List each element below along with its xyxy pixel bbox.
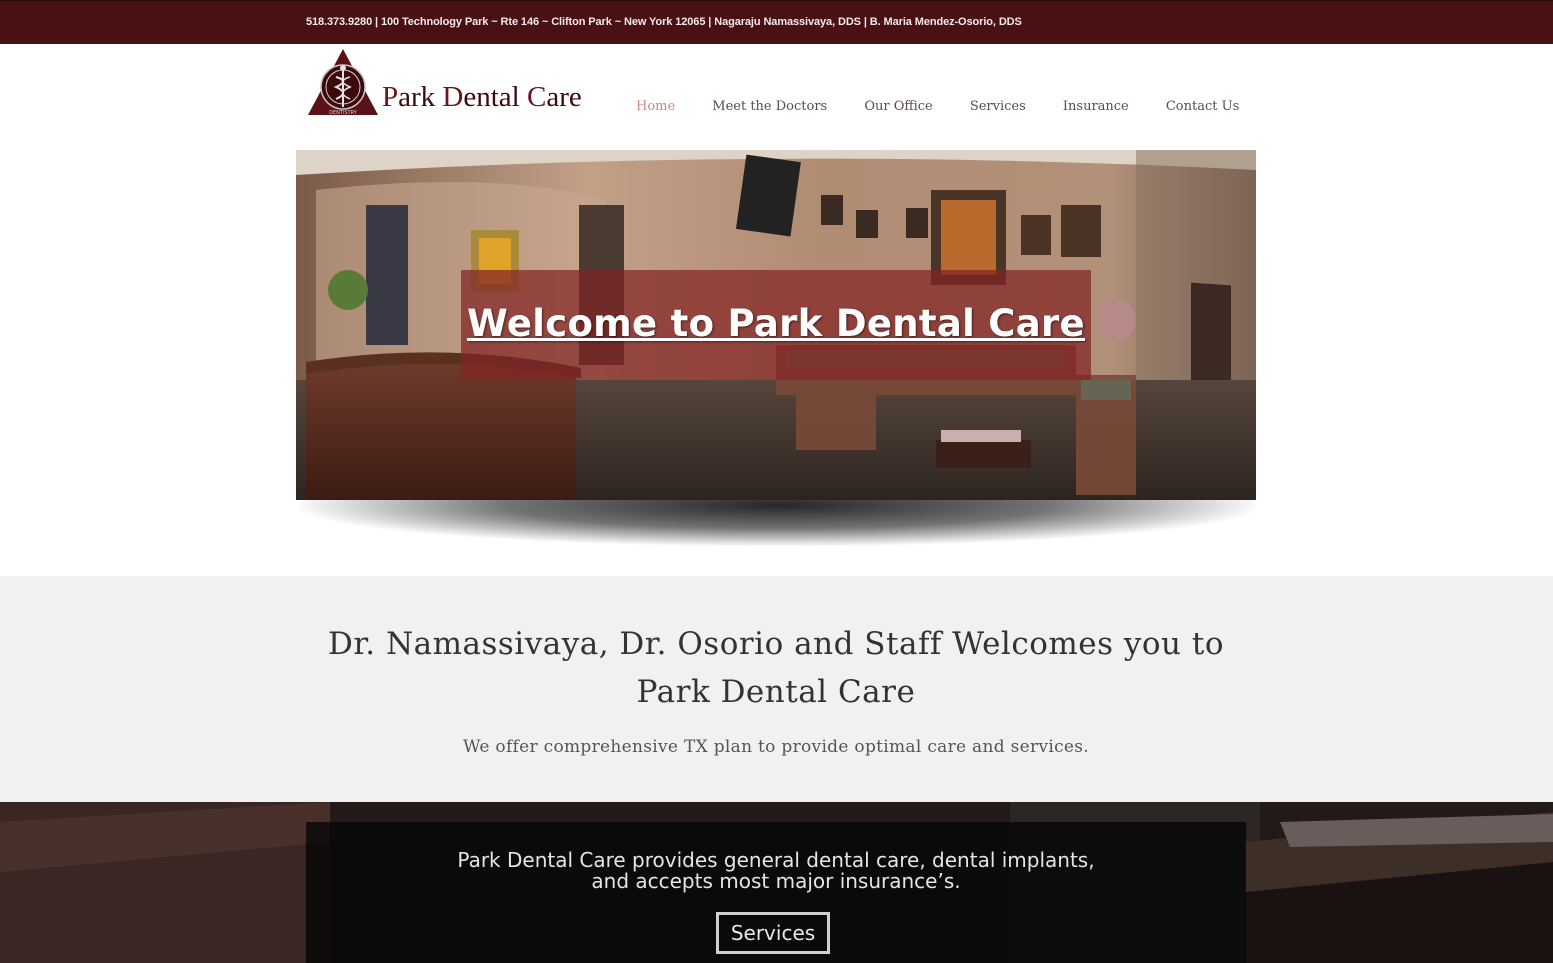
nav-item-our-office[interactable]: Our Office bbox=[864, 99, 932, 114]
main-nav: Home Meet the Doctors Our Office Service… bbox=[636, 95, 1271, 114]
nav-item-meet-the-doctors[interactable]: Meet the Doctors bbox=[712, 99, 827, 114]
hero-slider[interactable]: Welcome to Park Dental Care bbox=[296, 150, 1256, 500]
services-callout-text: Park Dental Care provides general dental… bbox=[457, 848, 1095, 893]
nav-item-home[interactable]: Home bbox=[636, 99, 675, 114]
hero-title-link[interactable]: Welcome to Park Dental Care bbox=[461, 302, 1091, 345]
hero-caption: Welcome to Park Dental Care bbox=[461, 270, 1091, 380]
welcome-heading: Dr. Namassivaya, Dr. Osorio and Staff We… bbox=[328, 626, 1224, 710]
nav-item-services[interactable]: Services bbox=[970, 99, 1026, 114]
welcome-subtitle: We offer comprehensive TX plan to provid… bbox=[462, 737, 1089, 757]
emblem-text: DENTISTRY bbox=[329, 110, 358, 116]
caduceus-icon: DENTISTRY bbox=[308, 49, 378, 116]
top-info-bar: 518.373.9280 | 100 Technology Park ~ Rte… bbox=[0, 0, 1553, 45]
site-logo[interactable]: DENTISTRY Park Dental Care bbox=[306, 47, 606, 122]
logo-wordmark: Park Dental Care bbox=[382, 81, 582, 113]
services-callout: Park Dental Care provides general dental… bbox=[306, 822, 1246, 963]
nav-item-insurance[interactable]: Insurance bbox=[1063, 99, 1129, 114]
services-band: Park Dental Care provides general dental… bbox=[0, 802, 1553, 963]
site-header: DENTISTRY Park Dental Care Home Meet the… bbox=[0, 44, 1553, 150]
welcome-section: Dr. Namassivaya, Dr. Osorio and Staff We… bbox=[0, 576, 1553, 802]
services-button[interactable]: Services bbox=[716, 912, 830, 954]
nav-item-contact-us[interactable]: Contact Us bbox=[1166, 99, 1239, 114]
contact-info-text: 518.373.9280 | 100 Technology Park ~ Rte… bbox=[306, 16, 1022, 28]
